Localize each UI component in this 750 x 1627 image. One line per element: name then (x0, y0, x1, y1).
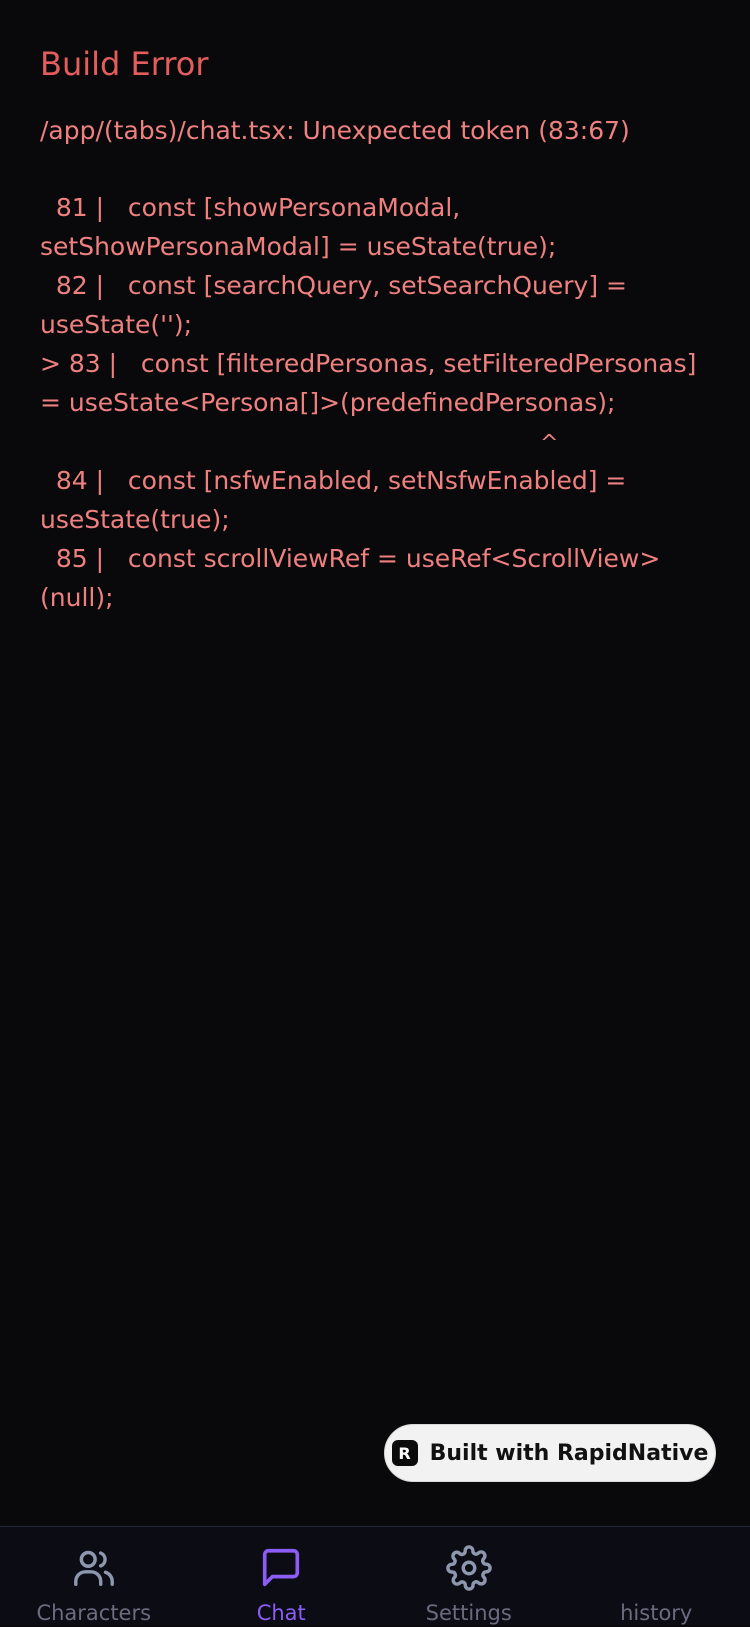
code-line: 81 | const [showPersonaModal, setShowPer… (40, 188, 720, 266)
tab-label: Settings (426, 1599, 512, 1627)
tab-label: history (620, 1599, 692, 1627)
tab-label: Chat (257, 1599, 306, 1627)
tab-chat[interactable]: Chat (188, 1527, 376, 1625)
error-title: Build Error (40, 42, 720, 86)
built-with-rapidnative-badge[interactable]: R Built with RapidNative (384, 1424, 716, 1482)
tab-label: Characters (36, 1599, 151, 1627)
users-icon (71, 1545, 117, 1591)
tab-history[interactable]: history (563, 1527, 750, 1625)
history-icon-placeholder (633, 1545, 679, 1591)
code-caret-line: ^ (40, 422, 720, 461)
code-line-highlighted: > 83 | const [filteredPersonas, setFilte… (40, 344, 720, 422)
chat-bubble-icon (258, 1545, 304, 1591)
tab-characters[interactable]: Characters (0, 1527, 188, 1625)
rapidnative-logo-icon: R (392, 1440, 418, 1466)
error-message: /app/(tabs)/chat.tsx: Unexpected token (… (40, 111, 720, 151)
code-frame: 81 | const [showPersonaModal, setShowPer… (40, 188, 720, 617)
bottom-tab-bar: Characters Chat Settings history (0, 1526, 750, 1625)
tab-settings[interactable]: Settings (375, 1527, 563, 1625)
code-line: 84 | const [nsfwEnabled, setNsfwEnabled]… (40, 461, 720, 539)
badge-label: Built with RapidNative (430, 1441, 709, 1466)
code-line: 85 | const scrollViewRef = useRef<Scroll… (40, 539, 720, 617)
error-caret: ^ (540, 424, 558, 463)
error-panel: Build Error /app/(tabs)/chat.tsx: Unexpe… (40, 42, 720, 617)
gear-icon (446, 1545, 492, 1591)
code-line: 82 | const [searchQuery, setSearchQuery]… (40, 266, 720, 344)
